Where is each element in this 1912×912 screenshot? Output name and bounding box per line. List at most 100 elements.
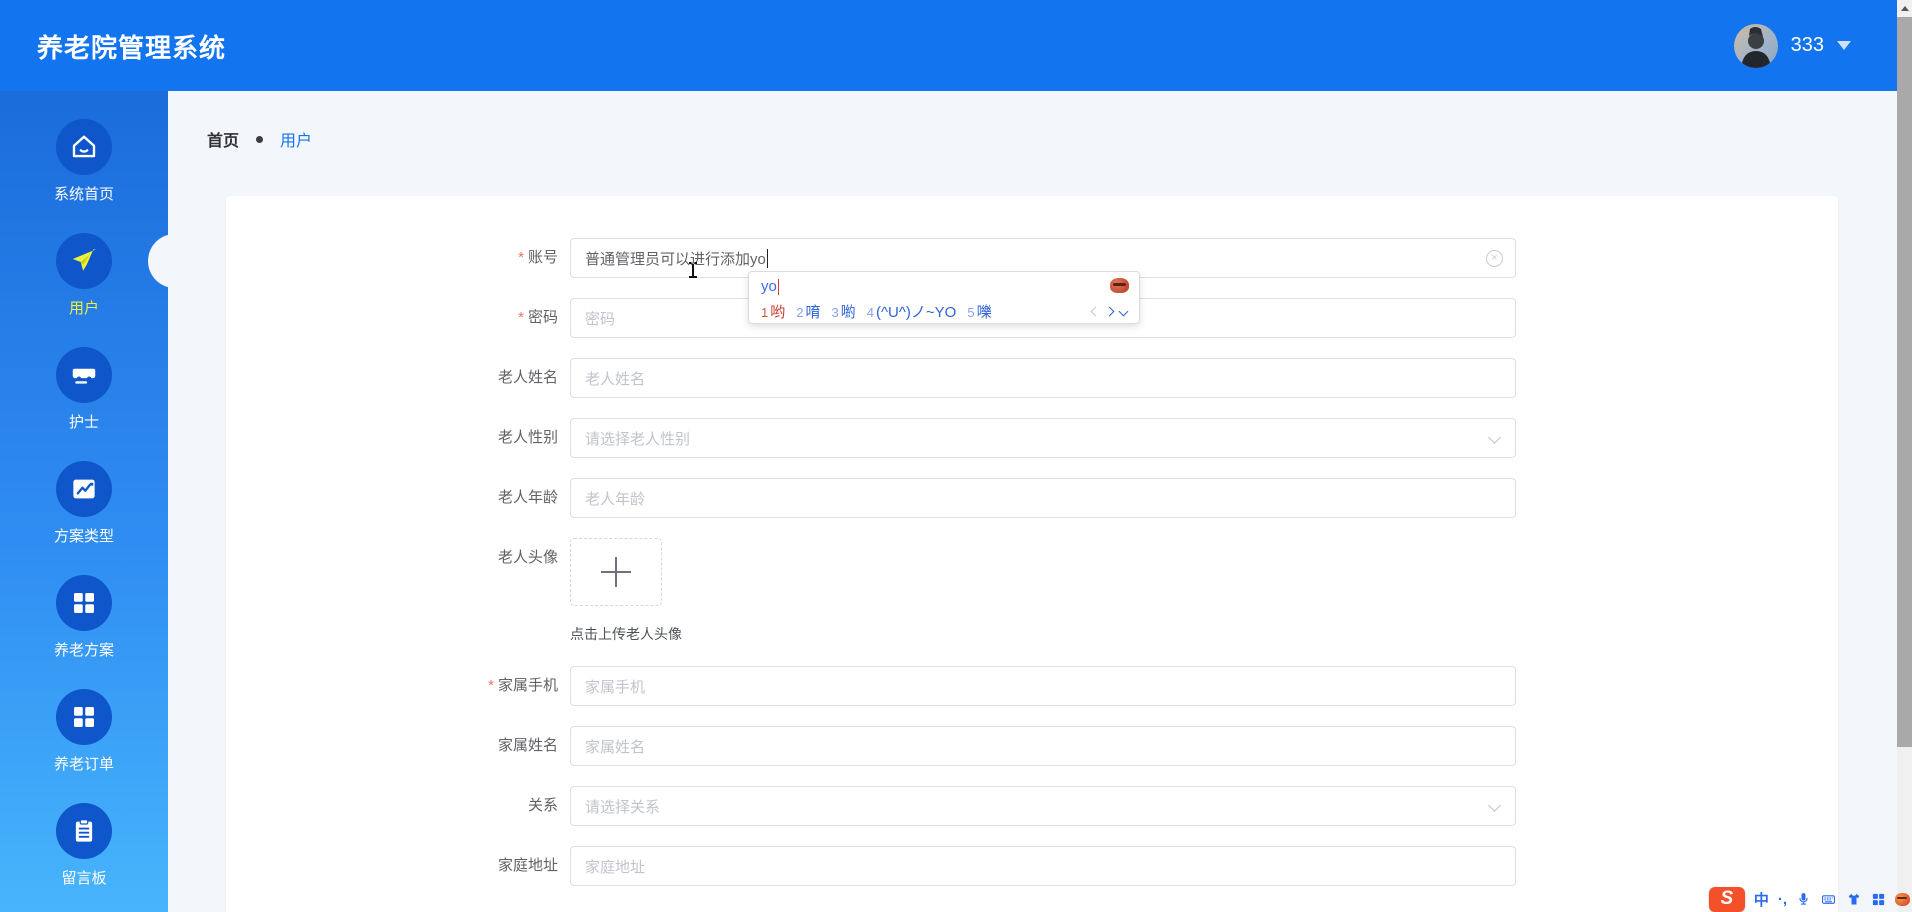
next-page-icon[interactable] <box>1104 306 1115 316</box>
plus-icon <box>601 557 631 587</box>
field-label-family-name: 家属姓名 <box>497 737 558 754</box>
scrollbar[interactable] <box>1897 0 1912 912</box>
field-label-elder-name: 老人姓名 <box>497 369 558 386</box>
sidebar-item-label: 养老订单 <box>53 756 114 773</box>
input-family-phone[interactable]: 家属手机 <box>570 666 1516 706</box>
candidate-number: 2 <box>796 304 804 320</box>
sogou-logo-icon[interactable]: S <box>1708 886 1745 912</box>
input-placeholder: 老人年龄 <box>585 490 646 508</box>
ime-candidate-5[interactable]: 5嚛 <box>967 301 991 322</box>
scrollbar-thumb[interactable] <box>1897 17 1912 747</box>
screen: 养老院管理系统 333 系统首页 用户 护士 方案类型 养老方案 养老订单 留言板 首页 用… <box>0 0 1912 912</box>
microphone-icon[interactable] <box>1796 891 1811 907</box>
user-menu[interactable]: 333 <box>1733 0 1851 91</box>
input-placeholder: 家属姓名 <box>585 738 646 756</box>
field-label-elder-gender: 老人性别 <box>497 429 558 446</box>
avatar-upload-box[interactable] <box>570 538 662 606</box>
sidebar-item-plan-type[interactable]: 方案类型 <box>0 461 168 546</box>
breadcrumb-separator-dot <box>256 135 264 143</box>
scrollbar-up-button[interactable] <box>1897 0 1912 17</box>
input-home-address[interactable]: 家庭地址 <box>570 846 1516 886</box>
nurse-cap-icon <box>56 347 112 403</box>
sidebar-item-label: 养老方案 <box>53 642 114 659</box>
sidebar-item-care-order[interactable]: 养老订单 <box>0 689 168 774</box>
text-caret <box>766 248 769 268</box>
candidate-text: (^U^)ノ~YO <box>875 303 957 321</box>
form-row-elder-age: 老人年龄 老人年龄 <box>226 478 1838 518</box>
punctuation-icon[interactable]: ·, <box>1778 891 1787 908</box>
ime-candidate-3[interactable]: 3喲 <box>832 301 856 322</box>
candidate-text: 嚛 <box>976 303 992 321</box>
field-label-elder-avatar: 老人头像 <box>497 549 558 566</box>
field-label-elder-age: 老人年龄 <box>497 489 558 506</box>
select-elder-gender[interactable]: 请选择老人性别 <box>570 418 1516 458</box>
sidebar-item-label: 用户 <box>68 300 99 317</box>
sidebar: 系统首页用户护士方案类型养老方案养老订单留言板 <box>0 91 168 912</box>
field-label-family-phone: * 家属手机 <box>488 677 558 694</box>
username-label: 333 <box>1790 34 1824 56</box>
prev-page-icon[interactable] <box>1090 306 1101 316</box>
input-family-name[interactable]: 家属姓名 <box>570 726 1516 766</box>
chevron-down-icon <box>1488 799 1501 812</box>
input-elder-age[interactable]: 老人年龄 <box>570 478 1516 518</box>
field-label-home-address: 家庭地址 <box>497 857 558 874</box>
chinese-mode-icon[interactable]: 中 <box>1754 889 1769 910</box>
active-item-notch <box>148 234 202 288</box>
ime-candidate-list: 1 哟 2 唷 3 喲 4 (^U^)ノ~YO 5 嚛 <box>761 298 1129 324</box>
input-placeholder: 请选择老人性别 <box>585 430 691 448</box>
clear-input-icon[interactable]: × <box>1486 250 1503 267</box>
sidebar-item-nurse[interactable]: 护士 <box>0 347 168 432</box>
main-content: 首页 用户 * 账号 普通管理员可以进行添加yo × * 密码 密码 老人姓名 老人姓名 老人性别… <box>168 91 1897 912</box>
sidebar-item-users[interactable]: 用户 <box>0 233 168 318</box>
clipboard-icon <box>56 803 112 859</box>
field-label-relation: 关系 <box>527 797 558 814</box>
input-placeholder: 请选择关系 <box>585 798 661 816</box>
skin-shirt-icon[interactable] <box>1846 892 1862 907</box>
line-chart-icon <box>56 461 112 517</box>
candidate-text: 喲 <box>840 303 856 321</box>
upload-caption: 点击上传老人头像 <box>570 626 682 642</box>
candidate-number: 3 <box>831 304 839 320</box>
input-placeholder: 老人姓名 <box>585 370 646 388</box>
input-placeholder: 密码 <box>585 310 616 328</box>
ime-nav <box>1090 306 1129 316</box>
select-relation[interactable]: 请选择关系 <box>570 786 1516 826</box>
sidebar-item-label: 系统首页 <box>53 186 114 203</box>
field-label-account: * 账号 <box>518 249 558 266</box>
paper-plane-icon <box>56 233 112 289</box>
form-row-home-address: 家庭地址 家庭地址 <box>226 846 1838 886</box>
triangle-up-icon <box>1900 6 1909 11</box>
ime-composition-caret <box>777 278 780 295</box>
chevron-down-icon <box>1488 431 1501 444</box>
breadcrumb-home[interactable]: 首页 <box>207 127 239 151</box>
sidebar-item-care-plan[interactable]: 养老方案 <box>0 575 168 660</box>
input-placeholder: 家庭地址 <box>585 858 646 876</box>
ime-candidate-4[interactable]: 4 (^U^)ノ~YO <box>867 301 957 322</box>
grid-icon <box>56 575 112 631</box>
form-row-elder-name: 老人姓名 老人姓名 <box>226 358 1838 398</box>
sidebar-item-home[interactable]: 系统首页 <box>0 119 168 204</box>
toolbox-grid-icon[interactable] <box>1871 892 1886 907</box>
emoji-face-icon[interactable] <box>1895 892 1910 906</box>
ime-candidate-2[interactable]: 2唷 <box>796 301 820 322</box>
input-value: 普通管理员可以进行添加yo <box>585 250 766 268</box>
input-elder-name[interactable]: 老人姓名 <box>570 358 1516 398</box>
ime-emoji-icon[interactable] <box>1110 278 1129 293</box>
ime-candidate-1[interactable]: 1哟 <box>761 301 785 322</box>
form-row-family-name: 家属姓名 家属姓名 <box>226 726 1838 766</box>
form-row-relation: 关系 请选择关系 <box>226 786 1838 826</box>
form-row-elder-avatar: 老人头像点击上传老人头像 <box>226 538 1838 646</box>
required-asterisk: * <box>518 249 524 266</box>
user-avatar[interactable] <box>1733 23 1778 68</box>
grid-icon <box>56 689 112 745</box>
required-asterisk: * <box>518 309 524 326</box>
keyboard-icon[interactable] <box>1820 892 1837 907</box>
candidate-number: 1 <box>761 304 769 320</box>
sidebar-item-label: 方案类型 <box>53 528 114 545</box>
sidebar-item-label: 护士 <box>68 414 99 431</box>
sidebar-item-message-board[interactable]: 留言板 <box>0 803 168 888</box>
breadcrumb-current[interactable]: 用户 <box>280 127 312 151</box>
ibeam-cursor <box>688 262 698 280</box>
expand-icon[interactable] <box>1118 306 1129 316</box>
avatar-photo <box>1740 26 1771 68</box>
